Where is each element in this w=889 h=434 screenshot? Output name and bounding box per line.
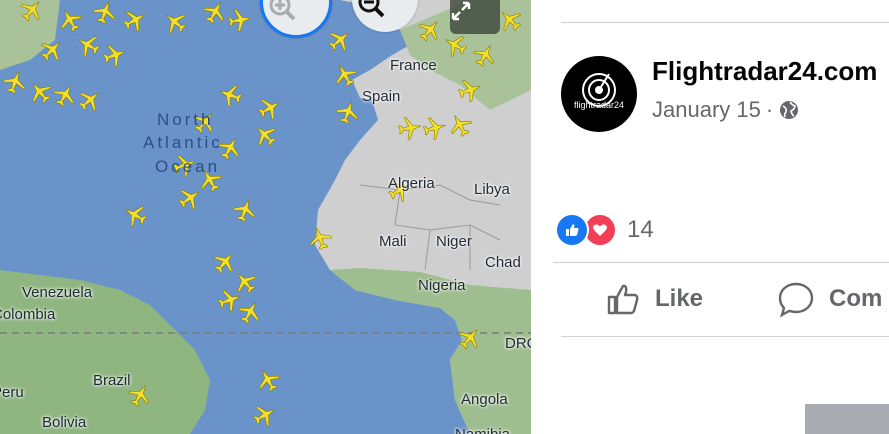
label-libya: Libya — [474, 181, 510, 198]
label-nigeria: Nigeria — [418, 277, 466, 294]
post-date-link[interactable]: January 15 — [652, 97, 761, 123]
comment-area-block — [805, 404, 889, 434]
reactions-summary[interactable]: 14 — [555, 212, 654, 248]
label-brazil: Brazil — [93, 372, 131, 389]
label-bolivia: Bolivia — [42, 414, 87, 431]
label-chad: Chad — [485, 254, 521, 271]
globe-icon[interactable] — [778, 99, 800, 121]
avatar[interactable]: flightradar24 — [561, 56, 637, 132]
label-namibia: Namibia — [455, 426, 510, 434]
expand-icon — [451, 1, 471, 21]
divider — [561, 336, 889, 337]
ocean-label-line1: North — [157, 110, 214, 129]
label-angola: Angola — [461, 391, 508, 408]
zoom-out-icon — [358, 0, 385, 18]
page-name-link[interactable]: Flightradar24.com — [652, 56, 877, 87]
like-button[interactable]: Like — [605, 279, 703, 319]
comment-label: Com — [829, 285, 883, 312]
divider — [561, 22, 889, 23]
facebook-post-panel: flightradar24 Flightradar24.com January … — [531, 0, 889, 434]
aircraft-layer — [0, 0, 526, 431]
label-colombia: Colombia — [0, 306, 56, 323]
flightradar24-logo — [582, 73, 616, 107]
aircraft-icons — [0, 0, 526, 431]
thumbs-up-icon — [607, 284, 639, 315]
ocean-label-line3: Ocean — [155, 157, 221, 176]
label-peru: Peru — [0, 384, 24, 401]
comment-bubble-icon — [778, 282, 814, 318]
zoom-in-icon — [269, 0, 296, 21]
like-label: Like — [655, 285, 704, 312]
reaction-count: 14 — [627, 216, 654, 243]
meta-separator: · — [765, 97, 774, 122]
label-spain: Spain — [362, 88, 401, 105]
fullscreen-button[interactable] — [450, 0, 500, 34]
label-france: France — [390, 57, 437, 74]
divider — [553, 262, 889, 263]
comment-button[interactable]: Com — [777, 279, 882, 319]
label-algeria: Algeria — [388, 175, 435, 192]
like-icon — [555, 213, 589, 247]
avatar-text: flightradar24 — [573, 100, 625, 110]
post-meta: January 15 · — [652, 97, 800, 123]
ocean-label-line2: Atlantic — [143, 133, 223, 152]
label-niger: Niger — [436, 233, 472, 250]
flight-map[interactable]: North Atlantic Ocean France Spain Algeri… — [0, 0, 531, 434]
label-mali: Mali — [379, 233, 407, 250]
label-drc: DRC — [505, 335, 531, 352]
label-venezuela: Venezuela — [22, 284, 93, 301]
